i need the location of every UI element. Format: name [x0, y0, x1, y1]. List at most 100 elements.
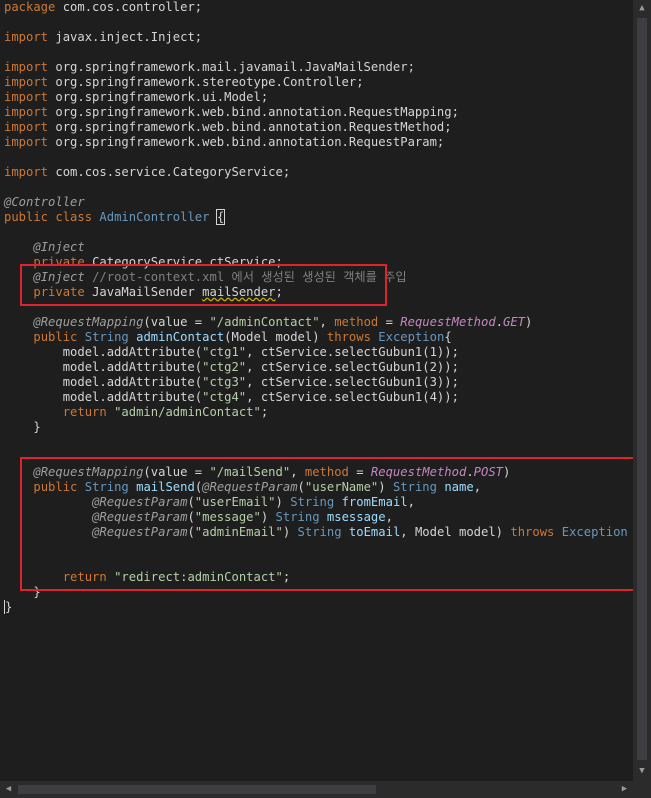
code-token: (Model model): [224, 330, 327, 344]
code-token: import: [4, 165, 49, 179]
code-line[interactable]: return "admin/adminContact";: [4, 405, 633, 420]
code-token: {: [444, 330, 452, 344]
code-token: ): [525, 315, 533, 329]
code-token: import: [4, 75, 49, 89]
code-token: public: [33, 330, 78, 344]
code-token: javax.inject.Inject;: [48, 30, 203, 44]
code-line[interactable]: @Inject: [4, 240, 633, 255]
code-editor[interactable]: package com.cos.controller; import javax…: [0, 0, 633, 781]
code-line[interactable]: import org.springframework.ui.Model;: [4, 90, 633, 105]
code-token: "admin/adminContact": [114, 405, 261, 419]
code-line[interactable]: @Controller: [4, 195, 633, 210]
code-token: Exception: [378, 330, 445, 344]
scrollbar-corner: [633, 781, 651, 798]
code-token: @Controller: [4, 195, 85, 209]
code-token: throws: [326, 330, 371, 344]
code-token: import: [4, 135, 49, 149]
code-token: return: [62, 405, 107, 419]
scroll-left-icon[interactable]: ◀: [0, 781, 17, 798]
code-line[interactable]: [4, 45, 633, 60]
code-token: }: [4, 420, 41, 434]
code-token: {: [215, 209, 226, 225]
code-token: }: [4, 600, 13, 614]
code-token: package: [4, 0, 56, 14]
code-token: @Inject: [33, 240, 85, 254]
scroll-right-icon[interactable]: ▶: [616, 781, 633, 798]
code-token: @RequestMapping: [33, 315, 144, 329]
code-line[interactable]: [4, 150, 633, 165]
code-line[interactable]: import org.springframework.web.bind.anno…: [4, 120, 633, 135]
code-token: model.addAttribute(: [4, 360, 203, 374]
code-line[interactable]: public String adminContact(Model model) …: [4, 330, 633, 345]
code-line[interactable]: import org.springframework.web.bind.anno…: [4, 135, 633, 150]
highlight-box-inject: [20, 264, 387, 306]
vertical-scroll-thumb[interactable]: [637, 18, 647, 760]
code-token: method: [334, 315, 379, 329]
vertical-scrollbar[interactable]: ▲ ▼: [633, 0, 651, 781]
code-line[interactable]: @RequestMapping(value = "/adminContact",…: [4, 315, 633, 330]
code-token: adminContact: [136, 330, 225, 344]
code-line[interactable]: import org.springframework.stereotype.Co…: [4, 75, 633, 90]
code-token: =: [378, 315, 401, 329]
code-token: import: [4, 60, 49, 74]
scroll-up-icon[interactable]: ▲: [633, 0, 651, 17]
code-token: "/adminContact": [209, 315, 320, 329]
code-line[interactable]: [4, 435, 633, 450]
code-token: , ctService.selectGubun1(2));: [246, 360, 459, 374]
code-token: import: [4, 90, 49, 104]
code-token: String: [84, 330, 129, 344]
code-token: , ctService.selectGubun1(1));: [246, 345, 459, 359]
code-token: import: [4, 105, 49, 119]
code-token: org.springframework.web.bind.annotation.…: [48, 120, 452, 134]
code-token: import: [4, 120, 49, 134]
code-line[interactable]: }: [4, 420, 633, 435]
code-token: "ctg4": [202, 390, 247, 404]
code-token: model.addAttribute(: [4, 345, 203, 359]
code-token: model.addAttribute(: [4, 375, 203, 389]
horizontal-scroll-thumb[interactable]: [18, 785, 376, 794]
code-line[interactable]: public class AdminController {: [4, 209, 633, 225]
code-token: public: [4, 210, 49, 224]
horizontal-scrollbar[interactable]: ◀ ▶: [0, 781, 633, 798]
scroll-down-icon[interactable]: ▼: [633, 763, 651, 780]
code-token: .: [495, 315, 503, 329]
code-token: com.cos.service.CategoryService;: [48, 165, 291, 179]
code-token: AdminController: [99, 210, 210, 224]
code-line[interactable]: model.addAttribute("ctg3", ctService.sel…: [4, 375, 633, 390]
code-token: org.springframework.web.bind.annotation.…: [48, 105, 459, 119]
code-line[interactable]: import com.cos.service.CategoryService;: [4, 165, 633, 180]
code-token: ,: [319, 315, 335, 329]
code-token: (value =: [143, 315, 210, 329]
code-line[interactable]: import org.springframework.mail.javamail…: [4, 60, 633, 75]
code-line[interactable]: model.addAttribute("ctg2", ctService.sel…: [4, 360, 633, 375]
code-line[interactable]: [4, 15, 633, 30]
code-token: org.springframework.web.bind.annotation.…: [48, 135, 445, 149]
code-token: class: [55, 210, 93, 224]
code-token: model.addAttribute(: [4, 390, 203, 404]
code-token: "ctg1": [202, 345, 247, 359]
code-line[interactable]: package com.cos.controller;: [4, 0, 633, 15]
code-token: org.springframework.stereotype.Controlle…: [48, 75, 364, 89]
code-line[interactable]: [4, 180, 633, 195]
code-line[interactable]: model.addAttribute("ctg4", ctService.sel…: [4, 390, 633, 405]
code-token: , ctService.selectGubun1(4));: [246, 390, 459, 404]
code-line[interactable]: }: [4, 600, 633, 615]
code-line[interactable]: [4, 225, 633, 240]
code-token: GET: [503, 315, 526, 329]
code-token: org.springframework.mail.javamail.JavaMa…: [48, 60, 415, 74]
code-token: "ctg3": [202, 375, 247, 389]
code-token: , ctService.selectGubun1(3));: [246, 375, 459, 389]
code-line[interactable]: import org.springframework.web.bind.anno…: [4, 105, 633, 120]
code-token: org.springframework.ui.Model;: [48, 90, 269, 104]
code-token: "ctg2": [202, 360, 247, 374]
highlight-box-mailsend: [20, 457, 633, 591]
code-line[interactable]: import javax.inject.Inject;: [4, 30, 633, 45]
code-line[interactable]: model.addAttribute("ctg1", ctService.sel…: [4, 345, 633, 360]
